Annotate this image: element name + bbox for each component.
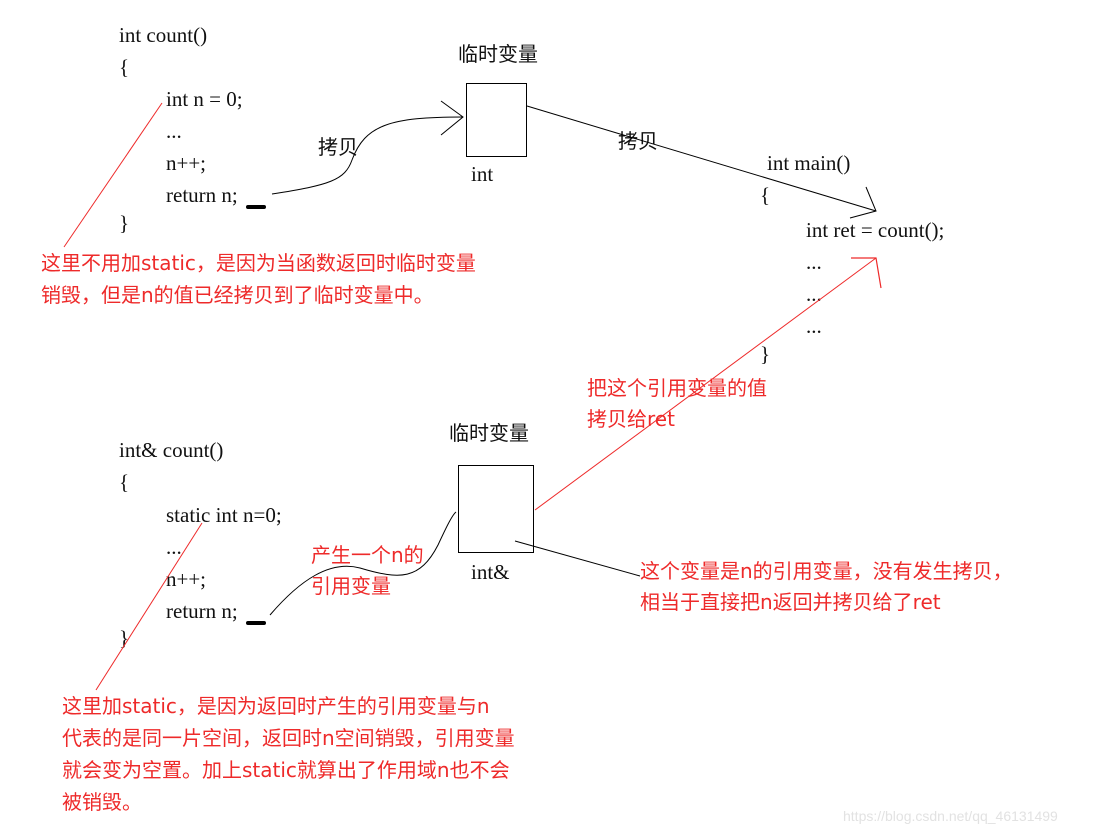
code-line: return n; (166, 183, 238, 207)
code-line: int ret = count(); (806, 218, 945, 242)
code-line: ... (806, 282, 822, 306)
top-temp-title: 临时变量 (458, 42, 538, 66)
bottom-note: 这里加static，是因为返回时产生的引用变量与n 代表的是同一片空间，返回时n… (62, 694, 515, 814)
code-line: n++; (166, 567, 207, 591)
code-line: n++; (166, 151, 207, 175)
code-line: } (119, 211, 130, 235)
top-temp-type: int (471, 162, 494, 186)
bottom-temp-box (458, 465, 534, 553)
watermark: https://blog.csdn.net/qq_46131499 (843, 808, 1058, 824)
n-underline-mark (246, 205, 266, 209)
code-line: ... (806, 314, 822, 338)
code-line: return n; (166, 599, 238, 623)
arrowhead (440, 100, 464, 136)
annotation-pointer (63, 102, 163, 248)
arrowhead (849, 186, 877, 219)
copy-label-2: 拷贝 (618, 129, 658, 153)
code-line: { (119, 55, 130, 79)
code-line: static int n=0; (166, 503, 282, 527)
copy-to-ret-label: 把这个引用变量的值 拷贝给ret (587, 376, 767, 431)
code-line: ... (806, 250, 822, 274)
code-line: ... (166, 119, 182, 143)
top-temp-box (466, 83, 527, 157)
code-line: } (760, 342, 771, 366)
code-line: int& count() (119, 438, 224, 462)
copy-curve-arrow (271, 116, 464, 195)
bottom-temp-type: int& (471, 560, 510, 584)
n-underline-mark (246, 621, 266, 625)
code-line: } (119, 626, 130, 650)
ref-label: 产生一个n的 引用变量 (311, 543, 424, 598)
bottom-temp-title: 临时变量 (449, 421, 529, 445)
arrowhead (851, 257, 882, 289)
code-line: int count() (119, 23, 208, 47)
top-note: 这里不用加static，是因为当函数返回时临时变量 销毁，但是n的值已经拷贝到了… (41, 251, 476, 307)
copy-label-1: 拷贝 (318, 135, 358, 159)
code-line: ... (166, 535, 182, 559)
ref-note: 这个变量是n的引用变量，没有发生拷贝， 相当于直接把n返回并拷贝给了ret (640, 559, 1013, 614)
code-line: { (760, 183, 771, 207)
code-line: { (119, 470, 130, 494)
code-line: int n = 0; (166, 87, 243, 111)
code-line: int main() (767, 151, 851, 175)
